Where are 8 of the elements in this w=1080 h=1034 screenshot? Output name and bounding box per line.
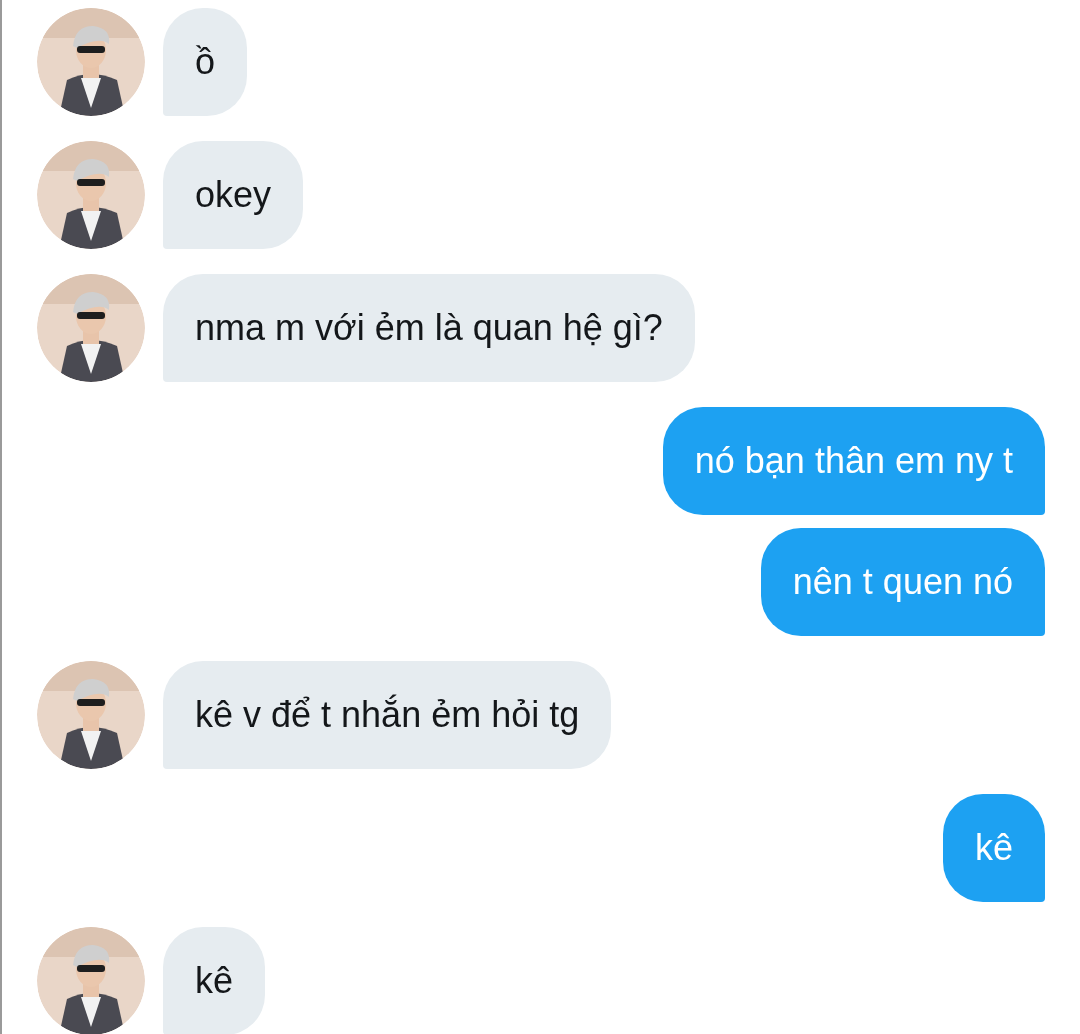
message-bubble: ồ [163,8,248,116]
message-bubble: kê v để t nhắn ẻm hỏi tg [163,661,612,769]
message-bubble: kê [942,794,1045,902]
message-bubble: nên t quen nó [760,528,1045,636]
message-bubble: nó bạn thân em ny t [662,407,1045,515]
message-bubble: okey [163,141,304,249]
message-bubble: nma m với ẻm là quan hệ gì? [163,274,695,382]
message-bubble: kê [163,927,266,1034]
